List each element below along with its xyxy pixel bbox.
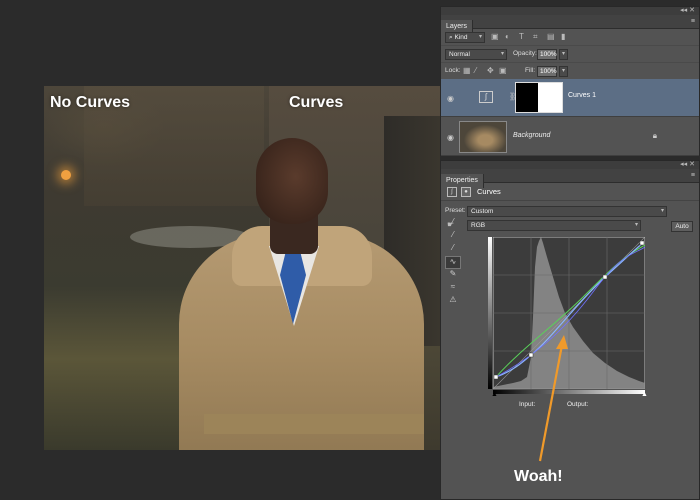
curves-adjustment-icon: ∫ <box>479 91 493 103</box>
fill-input[interactable]: 100% <box>537 66 557 77</box>
channel-select[interactable]: RGB ▾ <box>467 220 641 231</box>
head <box>256 138 328 224</box>
black-point-slider[interactable]: ▲ <box>491 391 498 398</box>
layer-mask-thumbnail[interactable] <box>515 82 563 113</box>
output-gradient-bar <box>488 237 492 389</box>
mask-icon[interactable]: ● <box>461 187 471 197</box>
lock-label: Lock: <box>445 67 461 74</box>
channel-value: RGB <box>471 222 486 229</box>
curve-point[interactable] <box>602 274 608 280</box>
curves-tools: ⁄ ⁄ ⁄ ∿ ✎ ≈ ⚠ <box>445 217 461 308</box>
chevron-down-icon: ▾ <box>561 68 565 74</box>
pencil-tool-icon[interactable]: ✎ <box>445 269 461 282</box>
preset-select[interactable]: Custom ▾ <box>467 206 667 217</box>
visibility-eye-icon[interactable]: ◉ <box>447 133 454 142</box>
preset-row: Preset: Custom ▾ <box>441 205 699 219</box>
layers-panel: ◂◂ ✕ Layers ≡ ⌕ Kind ▾ ▣ ◐ T ⌗ ▤ ▮ Normal… <box>440 6 700 156</box>
opacity-label: Opacity: <box>513 50 537 57</box>
smart-object-filter-icon[interactable]: ▤ <box>547 32 555 41</box>
layer-row-curves[interactable]: ◉ ∫ ⛓ Curves 1 <box>441 79 699 117</box>
collapse-icon[interactable]: ◂◂ ✕ <box>680 160 695 168</box>
street-light <box>61 170 71 180</box>
collapse-icon[interactable]: ◂◂ ✕ <box>680 6 695 14</box>
filter-row: ⌕ Kind ▾ ▣ ◐ T ⌗ ▤ ▮ <box>441 29 699 46</box>
chevron-down-icon: ▾ <box>478 34 482 40</box>
curve-points-tool-icon[interactable]: ∿ <box>445 256 461 269</box>
photo-canvas: No Curves Curves <box>44 86 440 450</box>
lock-pixels-icon[interactable]: ⁄ <box>475 66 476 75</box>
panel-menu-icon[interactable]: ≡ <box>691 18 695 25</box>
layers-tabbar: Layers ≡ <box>441 15 699 34</box>
visibility-eye-icon[interactable]: ◉ <box>447 94 454 103</box>
background-thumbnail <box>459 121 507 153</box>
lock-position-icon[interactable]: ✥ <box>487 66 494 75</box>
filter-toggle-icon[interactable]: ▮ <box>561 32 565 41</box>
properties-header: ∫ ● Curves <box>441 183 699 201</box>
chevron-down-icon: ▾ <box>561 51 565 57</box>
blend-mode-select[interactable]: Normal ▾ <box>445 49 507 60</box>
kind-filter-select[interactable]: ⌕ Kind ▾ <box>445 32 485 43</box>
opacity-slider-toggle[interactable]: ▾ <box>559 49 568 60</box>
lock-icon: 🔒︎ <box>652 131 657 140</box>
curve-point[interactable] <box>639 240 645 246</box>
fill-slider-toggle[interactable]: ▾ <box>559 66 568 77</box>
black-point-eyedropper-icon[interactable]: ⁄ <box>445 217 461 230</box>
kind-filter-value: Kind <box>454 34 468 41</box>
lock-transparent-icon[interactable]: ▦ <box>463 66 471 75</box>
white-point-slider[interactable]: ▲ <box>641 391 648 398</box>
channel-row: ☛ RGB ▾ Auto <box>441 219 699 233</box>
coat-belt <box>204 414 424 434</box>
curves-label: Curves <box>289 94 344 111</box>
panel-menu-icon[interactable]: ≡ <box>691 172 695 179</box>
panel-top-strip: ◂◂ ✕ <box>441 7 699 15</box>
preset-label: Preset: <box>445 207 466 214</box>
pixel-filter-icon[interactable]: ▣ <box>491 32 499 41</box>
layer-row-background[interactable]: ◉ Background 🔒︎ <box>441 118 699 156</box>
fill-label: Fill: <box>525 67 536 74</box>
chevron-down-icon: ▾ <box>500 51 504 57</box>
white-point-eyedropper-icon[interactable]: ⁄ <box>445 243 461 256</box>
curves-adjustment-icon[interactable]: ∫ <box>447 187 457 197</box>
blend-row: Normal ▾ Opacity: 100% ▾ <box>441 46 699 63</box>
no-curves-label: No Curves <box>50 94 131 111</box>
chevron-down-icon: ▾ <box>660 208 664 214</box>
auto-button[interactable]: Auto <box>671 221 693 232</box>
lock-row: Lock: ▦ ⁄ ✥ ▣ Fill: 100% ▾ <box>441 63 699 80</box>
smooth-curve-icon[interactable]: ≈ <box>445 282 461 295</box>
lock-all-icon[interactable]: ▣ <box>499 66 507 75</box>
preset-value: Custom <box>471 208 494 215</box>
clipping-warning-icon[interactable]: ⚠ <box>445 295 461 308</box>
arrow-head <box>556 335 568 349</box>
curve-point[interactable] <box>493 374 499 380</box>
annotation-text: Woah! <box>514 468 563 485</box>
layer-name[interactable]: Curves 1 <box>568 92 596 99</box>
adjustment-filter-icon[interactable]: ◐ <box>505 32 510 41</box>
annotation-arrow <box>538 335 568 462</box>
properties-tabbar: Properties ≡ <box>441 169 699 188</box>
panel-top-strip: ◂◂ ✕ <box>441 161 699 169</box>
arrow-shaft <box>538 344 564 462</box>
layer-name[interactable]: Background <box>513 132 550 139</box>
blend-mode-value: Normal <box>449 51 470 58</box>
chevron-down-icon: ▾ <box>634 222 638 228</box>
properties-title: Curves <box>477 187 501 196</box>
type-filter-icon[interactable]: T <box>519 32 524 41</box>
gray-point-eyedropper-icon[interactable]: ⁄ <box>445 230 461 243</box>
opacity-input[interactable]: 100% <box>537 49 557 60</box>
shape-filter-icon[interactable]: ⌗ <box>533 32 538 42</box>
